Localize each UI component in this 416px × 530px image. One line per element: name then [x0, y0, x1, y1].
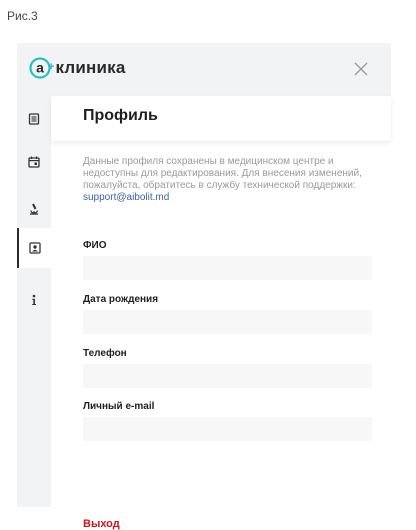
full-name-field[interactable] [83, 256, 372, 280]
profile-card-icon [29, 242, 41, 254]
svg-text:a: a [36, 60, 44, 76]
calendar-icon [28, 156, 40, 168]
logo-text: клиника [55, 58, 126, 77]
app-header: a + клиника [17, 43, 391, 96]
profile-content: Профиль Данные профиля сохранены в медиц… [51, 96, 391, 530]
document-list-icon [28, 113, 40, 125]
title-bar: Профиль [51, 96, 391, 141]
email-field[interactable] [83, 417, 372, 441]
full-name-label: ФИО [83, 240, 107, 251]
page-title: Профиль [83, 107, 158, 124]
notice-text: Данные профиля сохранены в медицинском ц… [83, 156, 362, 191]
app-logo: a + клиника [29, 55, 126, 81]
sidebar-nav [17, 96, 51, 507]
sidebar-item-records[interactable] [17, 99, 51, 139]
birth-date-label: Дата рождения [83, 294, 159, 305]
clinic-profile-panel: a + клиника Профиль Данные профиля сохра… [17, 43, 391, 530]
email-label: Личный e-mail [83, 401, 155, 412]
microscope-icon [30, 203, 39, 215]
support-email-link[interactable]: support@aibolit.md [83, 192, 169, 203]
phone-field[interactable] [83, 364, 372, 388]
sidebar-item-analyses[interactable] [17, 189, 51, 229]
sidebar-item-info[interactable] [17, 280, 51, 320]
sidebar-item-profile[interactable] [17, 228, 51, 268]
figure-caption: Рис.3 [7, 9, 38, 23]
profile-notice: Данные профиля сохранены в медицинском ц… [83, 156, 383, 204]
logo-plus: + [48, 61, 55, 73]
phone-label: Телефон [83, 348, 127, 359]
logout-button[interactable]: Выход [83, 518, 120, 530]
sidebar-item-appointments[interactable] [17, 142, 51, 182]
info-icon [32, 294, 36, 305]
close-icon[interactable] [351, 59, 371, 79]
birth-date-field[interactable] [83, 310, 372, 334]
